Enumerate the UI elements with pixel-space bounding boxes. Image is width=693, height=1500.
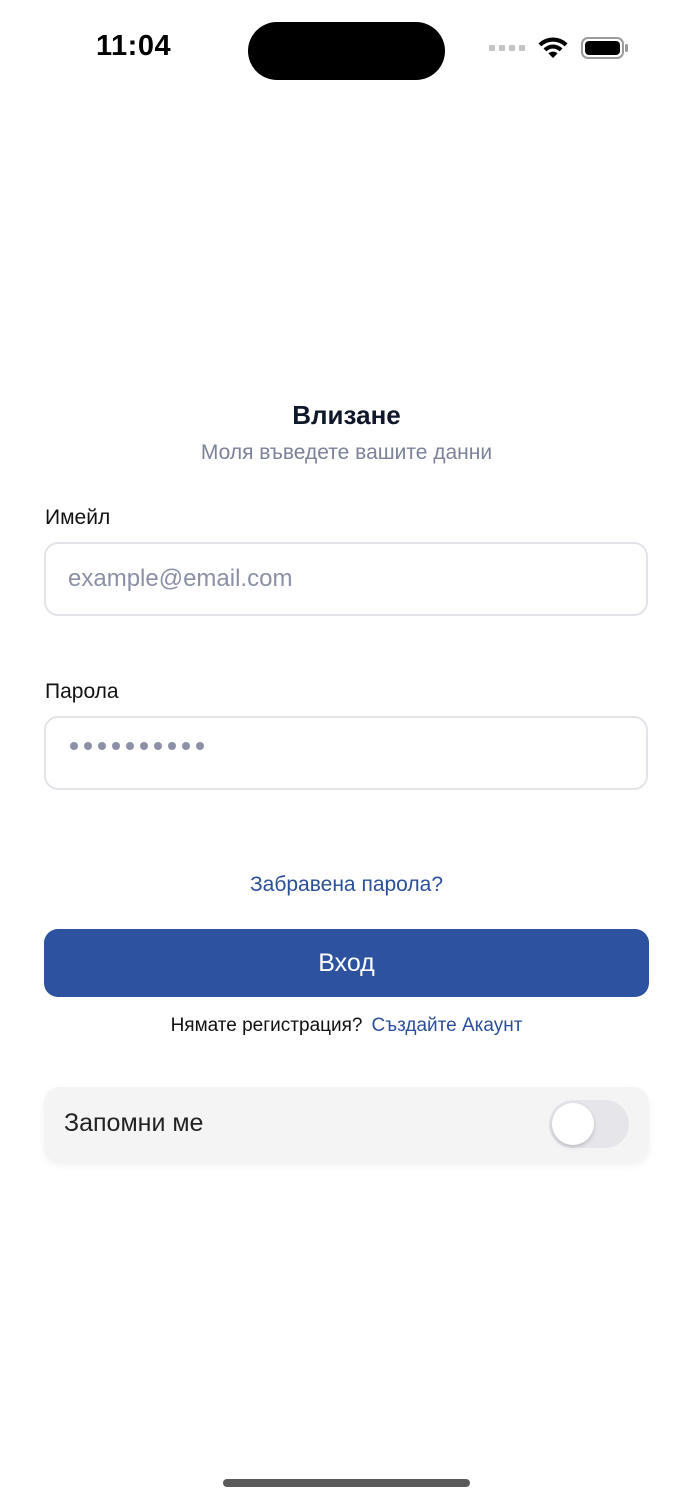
password-mask-dot — [196, 742, 204, 750]
remember-me-card: Запомни ме — [44, 1087, 649, 1162]
remember-me-toggle[interactable] — [549, 1100, 629, 1148]
password-input[interactable] — [44, 716, 648, 790]
cellular-signal-icon — [489, 45, 525, 51]
password-mask-dot — [140, 742, 148, 750]
password-mask-dot — [84, 742, 92, 750]
password-mask-dot — [70, 742, 78, 750]
email-label: Имейл — [45, 506, 111, 529]
password-mask — [70, 742, 204, 750]
password-label: Парола — [45, 680, 119, 703]
battery-icon — [581, 36, 629, 60]
register-prompt: Нямате регистрация? — [170, 1015, 363, 1036]
login-button[interactable]: Вход — [44, 929, 649, 997]
dynamic-island — [248, 22, 445, 80]
password-mask-dot — [182, 742, 190, 750]
wifi-icon — [537, 36, 569, 60]
status-time: 11:04 — [96, 30, 172, 62]
home-indicator — [223, 1479, 470, 1487]
create-account-link[interactable]: Създайте Акаунт — [371, 1015, 522, 1037]
register-row: Нямате регистрация? Създайте Акаунт — [0, 1015, 693, 1037]
page-title: Влизане — [292, 400, 401, 430]
password-mask-dot — [126, 742, 134, 750]
password-mask-dot — [112, 742, 120, 750]
password-mask-dot — [98, 742, 106, 750]
email-input[interactable] — [44, 542, 648, 616]
forgot-password-link[interactable]: Забравена парола? — [0, 873, 693, 897]
toggle-knob — [552, 1103, 594, 1145]
password-mask-dot — [154, 742, 162, 750]
remember-me-label: Запомни ме — [64, 1109, 204, 1137]
status-indicators — [489, 36, 629, 60]
page-subtitle: Моля въведете вашите данни — [200, 441, 493, 464]
password-mask-dot — [168, 742, 176, 750]
